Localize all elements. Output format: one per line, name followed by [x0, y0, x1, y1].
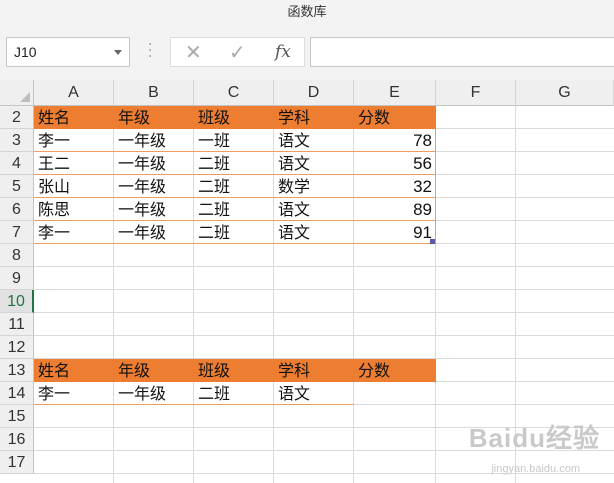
- data-cell[interactable]: 语文: [274, 129, 354, 152]
- data-cell[interactable]: 一年级: [114, 152, 194, 175]
- header-cell[interactable]: 姓名: [34, 359, 114, 382]
- gridline: [34, 312, 614, 313]
- data-cell[interactable]: 一年级: [114, 198, 194, 221]
- row-header-16[interactable]: 16: [0, 428, 34, 451]
- enter-icon[interactable]: ✓: [229, 38, 246, 66]
- data-cell[interactable]: 一年级: [114, 221, 194, 244]
- table-border: [34, 404, 354, 405]
- column-header-g[interactable]: G: [516, 80, 614, 106]
- data-cell[interactable]: 二班: [194, 221, 274, 244]
- header-cell[interactable]: 学科: [274, 106, 354, 129]
- data-cell[interactable]: 语文: [274, 152, 354, 175]
- drag-handle-icon[interactable]: · · ·: [148, 38, 152, 64]
- name-box-value: J10: [14, 44, 37, 60]
- data-cell[interactable]: 32: [354, 175, 436, 198]
- row-header-8[interactable]: 8: [0, 244, 34, 267]
- row-header-7[interactable]: 7: [0, 221, 34, 244]
- column-header-f[interactable]: F: [436, 80, 516, 106]
- data-cell[interactable]: 李一: [34, 221, 114, 244]
- row-header-9[interactable]: 9: [0, 267, 34, 290]
- column-header-d[interactable]: D: [274, 80, 354, 106]
- column-header-e[interactable]: E: [354, 80, 436, 106]
- header-cell[interactable]: 年级: [114, 106, 194, 129]
- column-header-b[interactable]: B: [114, 80, 194, 106]
- row-header-15[interactable]: 15: [0, 405, 34, 428]
- column-header-a[interactable]: A: [34, 80, 114, 106]
- column-header-c[interactable]: C: [194, 80, 274, 106]
- row-header-17[interactable]: 17: [0, 451, 34, 474]
- header-cell[interactable]: 学科: [274, 359, 354, 382]
- data-cell[interactable]: 一年级: [114, 129, 194, 152]
- row-header-10[interactable]: 10: [0, 290, 34, 313]
- data-cell[interactable]: [354, 382, 436, 405]
- select-all-button[interactable]: [0, 80, 34, 106]
- formula-bar: J10 · · · ✕ ✓ fx: [0, 28, 614, 80]
- data-cell[interactable]: 李一: [34, 129, 114, 152]
- data-cell[interactable]: 张山: [34, 175, 114, 198]
- name-box[interactable]: J10: [6, 37, 130, 67]
- data-cell[interactable]: 二班: [194, 382, 274, 405]
- data-cell[interactable]: 语文: [274, 198, 354, 221]
- data-cell[interactable]: 语文: [274, 221, 354, 244]
- data-cell[interactable]: 李一: [34, 382, 114, 405]
- gridline: [34, 289, 614, 290]
- header-cell[interactable]: 姓名: [34, 106, 114, 129]
- data-cell[interactable]: 一班: [194, 129, 274, 152]
- data-cell[interactable]: 78: [354, 129, 436, 152]
- row-header-12[interactable]: 12: [0, 336, 34, 359]
- header-cell[interactable]: 年级: [114, 359, 194, 382]
- data-cell[interactable]: 一年级: [114, 175, 194, 198]
- row-header-3[interactable]: 3: [0, 129, 34, 152]
- table-border: [435, 129, 436, 244]
- gridline: [34, 266, 614, 267]
- row-header-5[interactable]: 5: [0, 175, 34, 198]
- header-cell[interactable]: 班级: [194, 106, 274, 129]
- data-cell[interactable]: 王二: [34, 152, 114, 175]
- watermark-url: jingyan.baidu.com: [491, 463, 580, 475]
- data-cell[interactable]: 91: [354, 221, 436, 244]
- insert-function-icon[interactable]: fx: [275, 38, 291, 66]
- data-cell[interactable]: 89: [354, 198, 436, 221]
- data-cell[interactable]: 一年级: [114, 382, 194, 405]
- cancel-icon[interactable]: ✕: [185, 38, 202, 66]
- window-title: 函数库: [0, 0, 614, 28]
- row-header-4[interactable]: 4: [0, 152, 34, 175]
- data-cell[interactable]: 语文: [274, 382, 354, 405]
- formula-input[interactable]: [310, 37, 614, 67]
- formula-buttons: ✕ ✓ fx: [170, 37, 305, 67]
- fill-handle[interactable]: [430, 239, 435, 244]
- data-cell[interactable]: 二班: [194, 175, 274, 198]
- row-header-2[interactable]: 2: [0, 106, 34, 129]
- row-header-6[interactable]: 6: [0, 198, 34, 221]
- data-cell[interactable]: 陈思: [34, 198, 114, 221]
- header-cell[interactable]: 分数: [354, 106, 436, 129]
- watermark: Baidu经验: [468, 423, 600, 453]
- row-header-14[interactable]: 14: [0, 382, 34, 405]
- row-header-11[interactable]: 11: [0, 313, 34, 336]
- row-header-13[interactable]: 13: [0, 359, 34, 382]
- data-cell[interactable]: 56: [354, 152, 436, 175]
- header-cell[interactable]: 分数: [354, 359, 436, 382]
- data-cell[interactable]: 二班: [194, 198, 274, 221]
- data-cell[interactable]: 二班: [194, 152, 274, 175]
- gridline: [34, 335, 614, 336]
- table-border: [34, 243, 436, 244]
- header-cell[interactable]: 班级: [194, 359, 274, 382]
- data-cell[interactable]: 数学: [274, 175, 354, 198]
- chevron-down-icon[interactable]: [114, 50, 122, 55]
